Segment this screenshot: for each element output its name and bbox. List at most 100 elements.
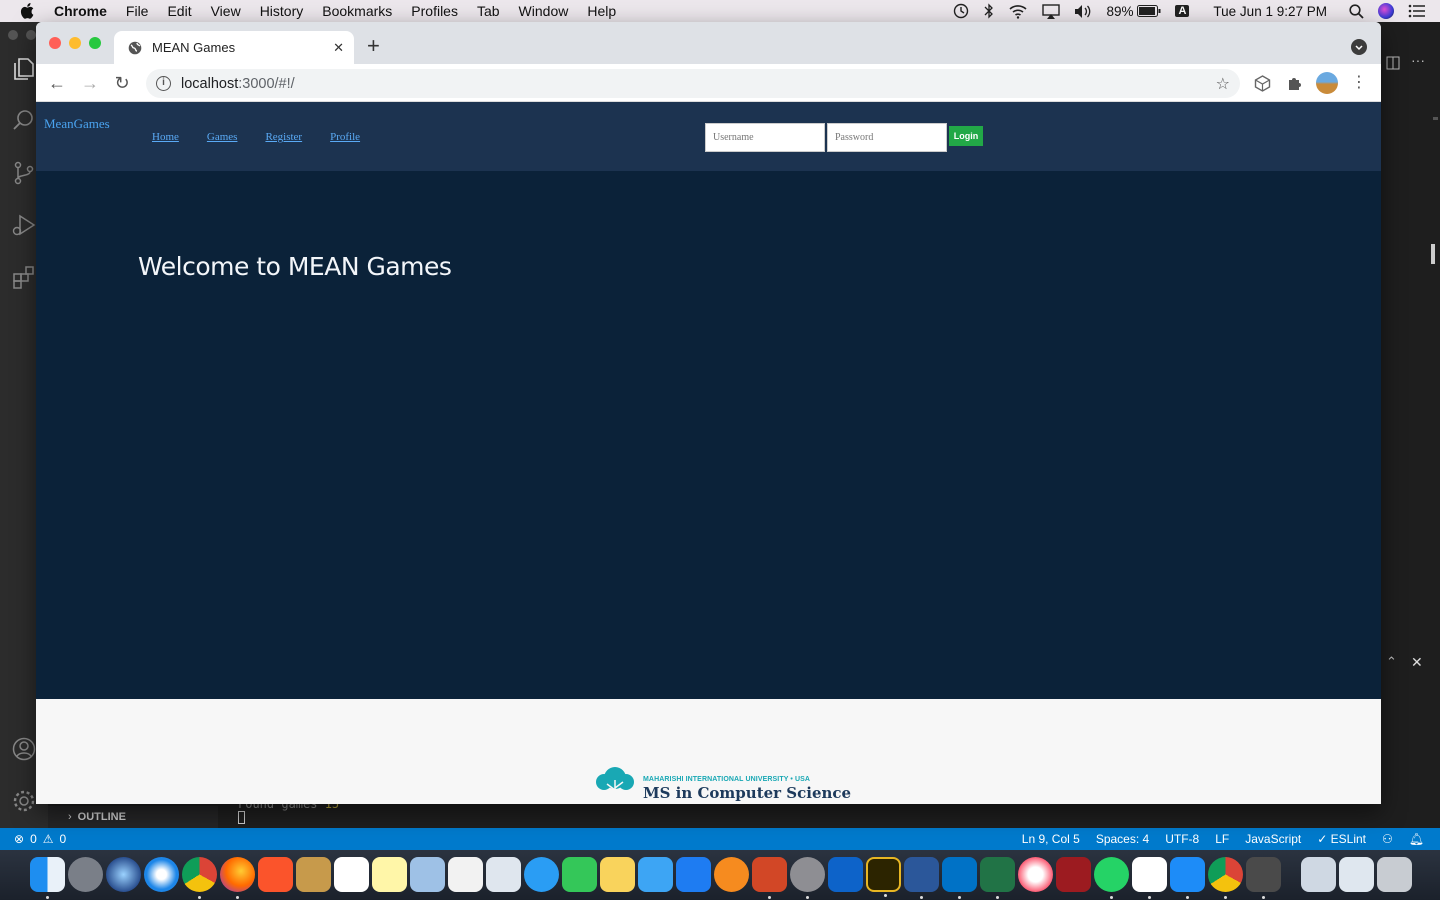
messages-icon[interactable] <box>524 857 559 892</box>
outline-section[interactable]: › OUTLINE <box>48 806 218 828</box>
dictionary-icon[interactable] <box>1056 857 1091 892</box>
run-debug-icon[interactable] <box>11 212 37 238</box>
extensions-icon[interactable] <box>11 264 37 290</box>
encoding[interactable]: UTF-8 <box>1165 832 1199 846</box>
trash-icon[interactable] <box>1377 857 1412 892</box>
scrollbar-thumb[interactable] <box>1431 244 1435 264</box>
pages-icon[interactable] <box>600 857 635 892</box>
keynote-icon[interactable] <box>676 857 711 892</box>
notes-icon[interactable] <box>372 857 407 892</box>
tab-mean-games[interactable]: MEAN Games ✕ <box>114 31 354 64</box>
spotlight-search-icon[interactable] <box>1349 3 1364 19</box>
photos-icon[interactable] <box>486 857 521 892</box>
facetime-icon[interactable] <box>562 857 597 892</box>
login-button[interactable]: Login <box>949 126 983 146</box>
close-tab-icon[interactable]: ✕ <box>333 40 344 56</box>
password-input[interactable] <box>827 123 947 152</box>
excel-icon[interactable] <box>980 857 1015 899</box>
zoom-window-button[interactable] <box>89 37 101 49</box>
feedback-icon[interactable]: ⚇ <box>1382 832 1393 846</box>
site-info-icon[interactable]: i <box>156 76 171 91</box>
split-editor-icon[interactable] <box>1386 56 1400 70</box>
time-machine-icon[interactable] <box>952 3 970 19</box>
nav-register-link[interactable]: Register <box>265 131 302 143</box>
clock[interactable]: Tue Jun 1 9:27 PM <box>1213 4 1327 19</box>
error-count[interactable]: 0 <box>30 832 37 846</box>
books-icon[interactable] <box>714 857 749 892</box>
siri-dock-icon[interactable] <box>106 857 141 892</box>
vscode-dock-icon[interactable] <box>1132 857 1167 899</box>
eslint-status[interactable]: ✓ ESLint <box>1317 832 1366 846</box>
explorer-icon[interactable] <box>11 56 37 82</box>
apple-menu-icon[interactable] <box>20 3 34 19</box>
brand-link[interactable]: MeanGames <box>44 116 110 132</box>
numbers-icon[interactable] <box>638 857 673 892</box>
safari-icon[interactable] <box>144 857 179 892</box>
itunes-icon[interactable] <box>1018 857 1053 892</box>
reload-icon[interactable]: ↻ <box>111 72 133 94</box>
chrome-canary-icon[interactable] <box>1208 857 1243 899</box>
nav-games-link[interactable]: Games <box>207 131 238 143</box>
bookmark-star-icon[interactable]: ☆ <box>1216 74 1230 94</box>
end-of-line[interactable]: LF <box>1215 832 1229 846</box>
chrome-icon[interactable] <box>182 857 217 899</box>
forward-arrow-icon[interactable]: → <box>79 72 101 94</box>
airplay-icon[interactable] <box>1042 3 1061 19</box>
menu-bookmarks[interactable]: Bookmarks <box>322 3 392 19</box>
menu-tab[interactable]: Tab <box>477 3 500 19</box>
word-icon[interactable] <box>904 857 939 899</box>
transmit-icon[interactable] <box>1170 857 1205 899</box>
indentation[interactable]: Spaces: 4 <box>1096 832 1149 846</box>
language-mode[interactable]: JavaScript <box>1245 832 1301 846</box>
finder-icon[interactable] <box>30 857 65 899</box>
firefox-icon[interactable] <box>220 857 255 899</box>
tab-search-icon[interactable] <box>1351 39 1367 55</box>
chrome-menu-icon[interactable]: ⋮ <box>1348 72 1370 94</box>
address-bar[interactable]: i localhost:3000/#!/ ☆ <box>146 69 1240 98</box>
brave-icon[interactable] <box>258 857 293 892</box>
source-control-icon[interactable] <box>11 160 37 186</box>
menu-app-name[interactable]: Chrome <box>54 3 107 19</box>
launchpad-icon[interactable] <box>68 857 103 892</box>
extensions-puzzle-icon[interactable] <box>1286 75 1303 92</box>
powerpoint-icon[interactable] <box>752 857 787 899</box>
outlook-icon[interactable] <box>942 857 977 899</box>
notification-center-icon[interactable] <box>1408 4 1426 18</box>
sublime-text-icon[interactable] <box>1246 857 1281 899</box>
chevron-up-icon[interactable]: ⌃ <box>1386 654 1397 670</box>
nav-profile-link[interactable]: Profile <box>330 131 360 143</box>
new-tab-button[interactable]: + <box>367 35 380 57</box>
bell-icon[interactable]: 🔔︎ <box>1409 832 1424 846</box>
more-actions-icon[interactable]: ··· <box>1411 52 1425 68</box>
calendar-icon[interactable] <box>334 857 369 892</box>
profile-avatar[interactable] <box>1316 72 1338 94</box>
warning-count[interactable]: 0 <box>60 832 67 846</box>
cursor-position[interactable]: Ln 9, Col 5 <box>1022 832 1080 846</box>
siri-icon[interactable] <box>1378 3 1394 19</box>
menu-window[interactable]: Window <box>519 3 569 19</box>
terminal-cursor[interactable] <box>238 811 245 824</box>
reminders-icon[interactable] <box>448 857 483 892</box>
menu-history[interactable]: History <box>260 3 304 19</box>
extension-cube-icon[interactable] <box>1254 75 1271 92</box>
menu-edit[interactable]: Edit <box>167 3 191 19</box>
menu-view[interactable]: View <box>211 3 241 19</box>
bluetooth-icon[interactable] <box>984 3 994 19</box>
input-source-icon[interactable]: A <box>1175 5 1190 17</box>
system-preferences-icon[interactable] <box>790 857 825 899</box>
error-icon[interactable]: ⊗ <box>14 832 24 846</box>
menu-help[interactable]: Help <box>587 3 616 19</box>
menu-file[interactable]: File <box>126 3 149 19</box>
documents-stack-icon[interactable] <box>1339 857 1374 892</box>
search-icon[interactable] <box>11 108 37 134</box>
adobe-bridge-icon[interactable] <box>866 857 901 897</box>
malwarebytes-icon[interactable] <box>828 857 863 892</box>
back-arrow-icon[interactable]: ← <box>46 72 68 94</box>
manage-gear-icon[interactable] <box>11 788 37 814</box>
username-input[interactable] <box>705 123 825 152</box>
battery-icon[interactable] <box>1137 5 1161 17</box>
accounts-icon[interactable] <box>11 736 37 762</box>
downloads-stack-icon[interactable] <box>1301 857 1336 892</box>
wifi-icon[interactable] <box>1008 4 1028 19</box>
volume-icon[interactable] <box>1074 4 1092 19</box>
